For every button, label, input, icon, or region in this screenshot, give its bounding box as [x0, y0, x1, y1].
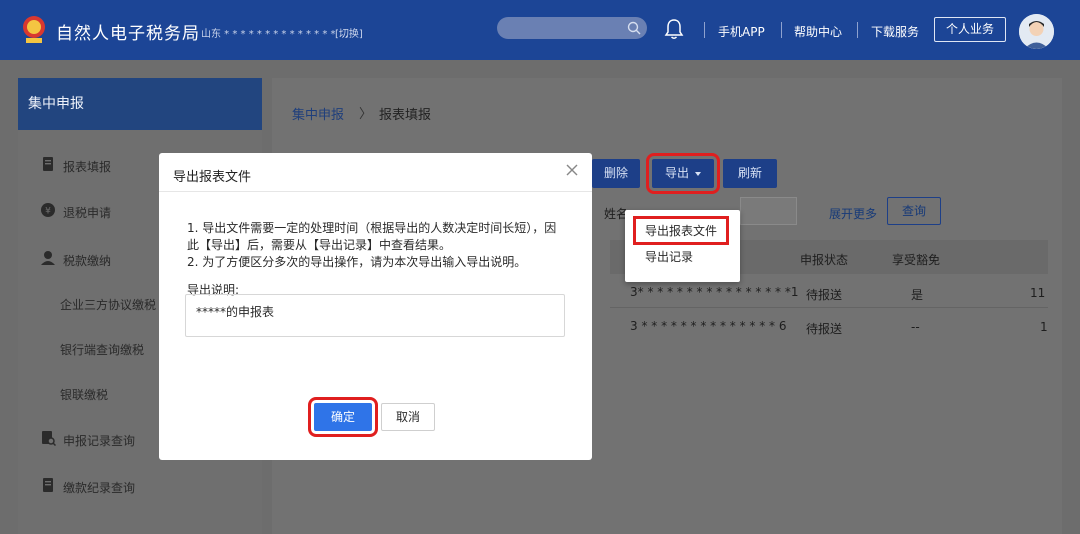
- refresh-button[interactable]: 刷新: [723, 159, 777, 188]
- dialog-note-line: 2. 为了方便区分多次的导出操作，请为本次导出输入导出说明。: [187, 255, 527, 269]
- caret-down-icon: [695, 171, 701, 176]
- sidebar-item-label: 缴款纪录查询: [63, 481, 136, 495]
- expand-more-link[interactable]: 展开更多: [829, 205, 877, 222]
- column-header-exempt: 享受豁免: [892, 253, 941, 267]
- query-button[interactable]: 查询: [887, 197, 941, 225]
- personal-business-button[interactable]: 个人业务: [934, 17, 1006, 42]
- region-switch-link[interactable]: [切换]: [335, 25, 363, 40]
- row-extra-cell: 11: [1030, 286, 1046, 300]
- sidebar-item-label: 税款缴纳: [63, 254, 112, 268]
- refund-icon: ¥: [41, 203, 55, 217]
- sidebar-item-label: 退税申请: [63, 206, 112, 220]
- download-service-link[interactable]: 下载服务: [871, 23, 919, 40]
- mobile-app-link[interactable]: 手机APP: [718, 23, 765, 40]
- close-icon[interactable]: [565, 163, 579, 177]
- export-dropdown-menu: 导出报表文件 导出记录: [625, 210, 740, 282]
- app-title[interactable]: 自然人电子税务局: [56, 19, 200, 44]
- document-icon: [43, 157, 53, 171]
- avatar-icon: [1019, 14, 1054, 49]
- breadcrumb-current: 报表填报: [379, 108, 432, 123]
- sidebar-item-label: 申报记录查询: [63, 434, 136, 448]
- help-center-link[interactable]: 帮助中心: [794, 23, 842, 40]
- dialog-note-line: 此【导出】后，需要从【导出记录】中查看结果。: [187, 238, 452, 252]
- nav-divider: [857, 22, 858, 38]
- notification-bell-icon[interactable]: [664, 18, 684, 40]
- payment-icon: [41, 251, 55, 265]
- dialog-note-line: 1. 导出文件需要一定的处理时间（根据导出的人数决定时间长短），因: [187, 221, 557, 235]
- sidebar-item-payment-records[interactable]: 缴款纪录查询: [18, 471, 262, 501]
- top-header: 自然人电子税务局 山东 * * * * * * * * * * * * * * …: [0, 0, 1080, 60]
- breadcrumb-root-link[interactable]: 集中申报: [292, 104, 344, 123]
- menu-item-export-report-file[interactable]: 导出报表文件: [632, 216, 730, 245]
- sidebar-subitem-unionpay[interactable]: 银联缴税: [60, 386, 108, 403]
- nav-divider: [704, 22, 705, 38]
- search-icon[interactable]: [627, 21, 641, 35]
- export-description-input[interactable]: *****的申报表: [185, 294, 565, 337]
- sidebar-subitem-tripartite[interactable]: 企业三方协议缴税: [60, 296, 156, 313]
- sidebar-item-label: 报表填报: [63, 160, 112, 174]
- dialog-title: 导出报表文件: [173, 170, 252, 185]
- tax-emblem-icon: [23, 16, 45, 43]
- export-button-label: 导出: [664, 166, 689, 180]
- nav-divider: [781, 22, 782, 38]
- sidebar-subitem-bank-query[interactable]: 银行端查询缴税: [60, 341, 144, 358]
- sidebar-title[interactable]: 集中申报: [18, 78, 262, 130]
- row-id-cell: 3 * * * * * * * * * * * * * * 6: [630, 319, 787, 333]
- row-exempt-cell: --: [911, 320, 920, 334]
- dialog-divider: [159, 191, 592, 192]
- record-search-icon: [42, 431, 56, 446]
- user-avatar[interactable]: [1019, 14, 1054, 49]
- region-label: 山东 * * * * * * * * * * * * * * ...: [201, 29, 349, 40]
- name-filter-input[interactable]: [740, 197, 797, 225]
- cancel-button[interactable]: 取消: [381, 403, 435, 431]
- row-status-cell: 待报送: [806, 322, 843, 336]
- breadcrumb-separator: 〉: [359, 107, 373, 122]
- row-id-cell: 3* * * * * * * * * * * * * * * *1: [630, 285, 799, 299]
- row-status-cell: 待报送: [806, 288, 843, 302]
- menu-item-export-records[interactable]: 导出记录: [645, 248, 693, 265]
- column-header-status: 申报状态: [800, 253, 849, 267]
- confirm-button[interactable]: 确定: [308, 397, 378, 437]
- export-dialog: 导出报表文件 1. 导出文件需要一定的处理时间（根据导出的人数决定时间长短），因…: [159, 153, 592, 460]
- row-extra-cell: 1: [1040, 320, 1048, 334]
- svg-text:¥: ¥: [45, 207, 51, 217]
- search-input[interactable]: [497, 17, 647, 39]
- row-exempt-cell: 是: [911, 288, 924, 302]
- row-divider: [610, 307, 1048, 308]
- document-icon: [43, 478, 53, 492]
- export-button[interactable]: 导出: [646, 153, 720, 194]
- delete-button[interactable]: 删除: [592, 159, 640, 188]
